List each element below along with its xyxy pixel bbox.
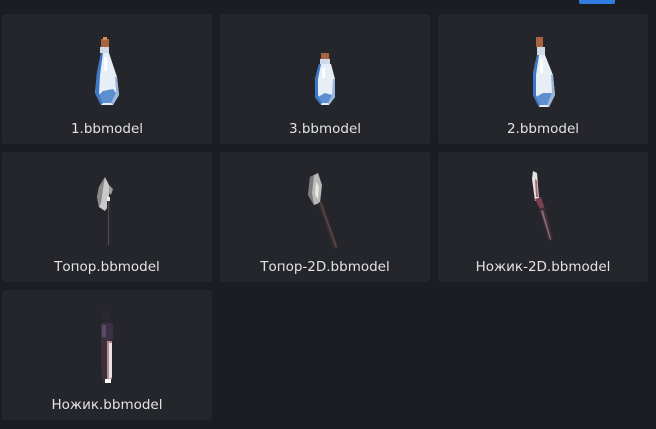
axe-icon: [2, 164, 212, 258]
active-tab-indicator: [579, 0, 615, 4]
model-card[interactable]: Топор-2D.bbmodel: [220, 152, 430, 282]
model-filename: Топор.bbmodel: [54, 259, 160, 275]
model-card[interactable]: Ножик.bbmodel: [2, 290, 212, 420]
model-card[interactable]: Ножик-2D.bbmodel: [438, 152, 648, 282]
model-filename: 3.bbmodel: [288, 121, 362, 137]
model-browser: 1.bbmodel 3.bbmodel 2.bbmodel Топор.bbmo…: [0, 0, 656, 429]
potion-bottle-icon: [438, 26, 648, 120]
model-filename: Ножик-2D.bbmodel: [475, 259, 611, 275]
potion-bottle-icon: [2, 26, 212, 120]
model-filename: Топор-2D.bbmodel: [260, 259, 390, 275]
potion-bottle-icon: [220, 26, 430, 120]
knife-icon: [2, 302, 212, 396]
model-grid: 1.bbmodel 3.bbmodel 2.bbmodel Топор.bbmo…: [2, 14, 654, 420]
model-card[interactable]: 2.bbmodel: [438, 14, 648, 144]
knife-icon: [438, 164, 648, 258]
model-filename: 2.bbmodel: [506, 121, 580, 137]
model-filename: Ножик.bbmodel: [51, 397, 163, 413]
model-card[interactable]: 1.bbmodel: [2, 14, 212, 144]
model-filename: 1.bbmodel: [70, 121, 144, 137]
axe-icon: [220, 164, 430, 258]
model-card[interactable]: 3.bbmodel: [220, 14, 430, 144]
model-card[interactable]: Топор.bbmodel: [2, 152, 212, 282]
